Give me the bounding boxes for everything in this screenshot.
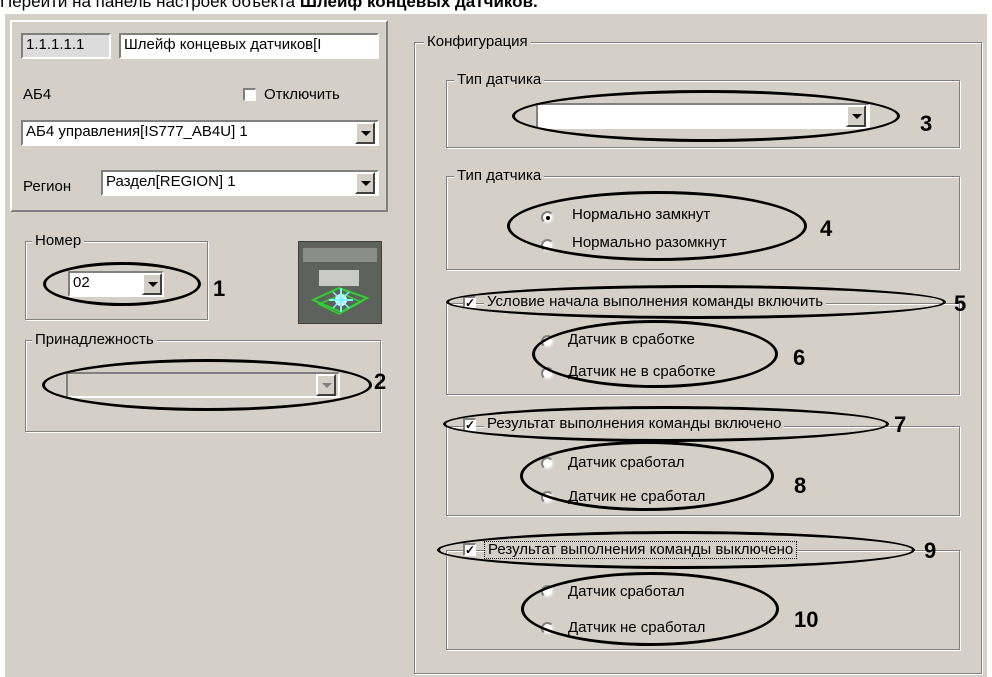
disable-checkbox[interactable]: [243, 88, 256, 101]
sensor-mode-group-title: Тип датчика: [454, 168, 545, 184]
callout-number-2: 2: [374, 369, 387, 394]
parent-select-dropdown-button[interactable]: [355, 122, 375, 144]
object-id-field[interactable]: 1.1.1.1.1: [21, 33, 111, 59]
callout-oval-6: [532, 320, 778, 388]
belonging-group-title: Принадлежность: [32, 332, 157, 348]
configuration-group-title: Конфигурация: [424, 34, 531, 50]
callout-oval-5: [446, 285, 946, 319]
callout-oval-1: [43, 262, 201, 306]
callout-number-3: 3: [920, 111, 933, 136]
callout-number-8: 8: [794, 473, 807, 498]
callout-oval-2: [42, 359, 372, 411]
callout-number-1: 1: [213, 276, 226, 301]
region-select-dropdown-button[interactable]: [355, 172, 375, 194]
callout-number-9: 9: [924, 538, 937, 563]
callout-number-7: 7: [894, 412, 907, 437]
object-name-field[interactable]: Шлейф концевых датчиков[I: [119, 33, 379, 59]
object-id-value: 1.1.1.1.1: [26, 36, 85, 53]
parent-type-label: АБ4: [23, 86, 52, 103]
caption-bold: Шлейф концевых датчиков.: [299, 0, 538, 11]
callout-number-6: 6: [793, 345, 806, 370]
caption-prefix: Перейти на панель настроек объекта: [0, 0, 300, 11]
callout-number-10: 10: [794, 607, 819, 632]
callout-oval-9: [437, 531, 915, 569]
disable-label: Отключить: [264, 86, 340, 103]
callout-oval-3: [512, 90, 900, 142]
callout-oval-7: [443, 406, 889, 442]
object-name-value: Шлейф концевых датчиков[I: [124, 36, 322, 53]
sensor-type-group-title: Тип датчика: [454, 72, 545, 88]
page-caption: Перейти на панель настроек объекта Шлейф…: [0, 0, 992, 14]
region-select[interactable]: Раздел[REGION] 1: [101, 170, 379, 196]
callout-number-5: 5: [954, 291, 967, 316]
callout-oval-4: [507, 191, 807, 261]
number-group-title: Номер: [32, 233, 85, 249]
callout-oval-8: [520, 441, 774, 511]
object-icon: [298, 241, 382, 324]
callout-number-4: 4: [820, 216, 833, 241]
sensor-icon: [299, 242, 381, 323]
region-label: Регион: [23, 178, 72, 195]
parent-select-value: АБ4 управления[IS777_AB4U] 1: [26, 123, 248, 140]
callout-oval-10: [521, 572, 779, 646]
region-select-value: Раздел[REGION] 1: [106, 173, 236, 190]
parent-select[interactable]: АБ4 управления[IS777_AB4U] 1: [21, 120, 379, 146]
